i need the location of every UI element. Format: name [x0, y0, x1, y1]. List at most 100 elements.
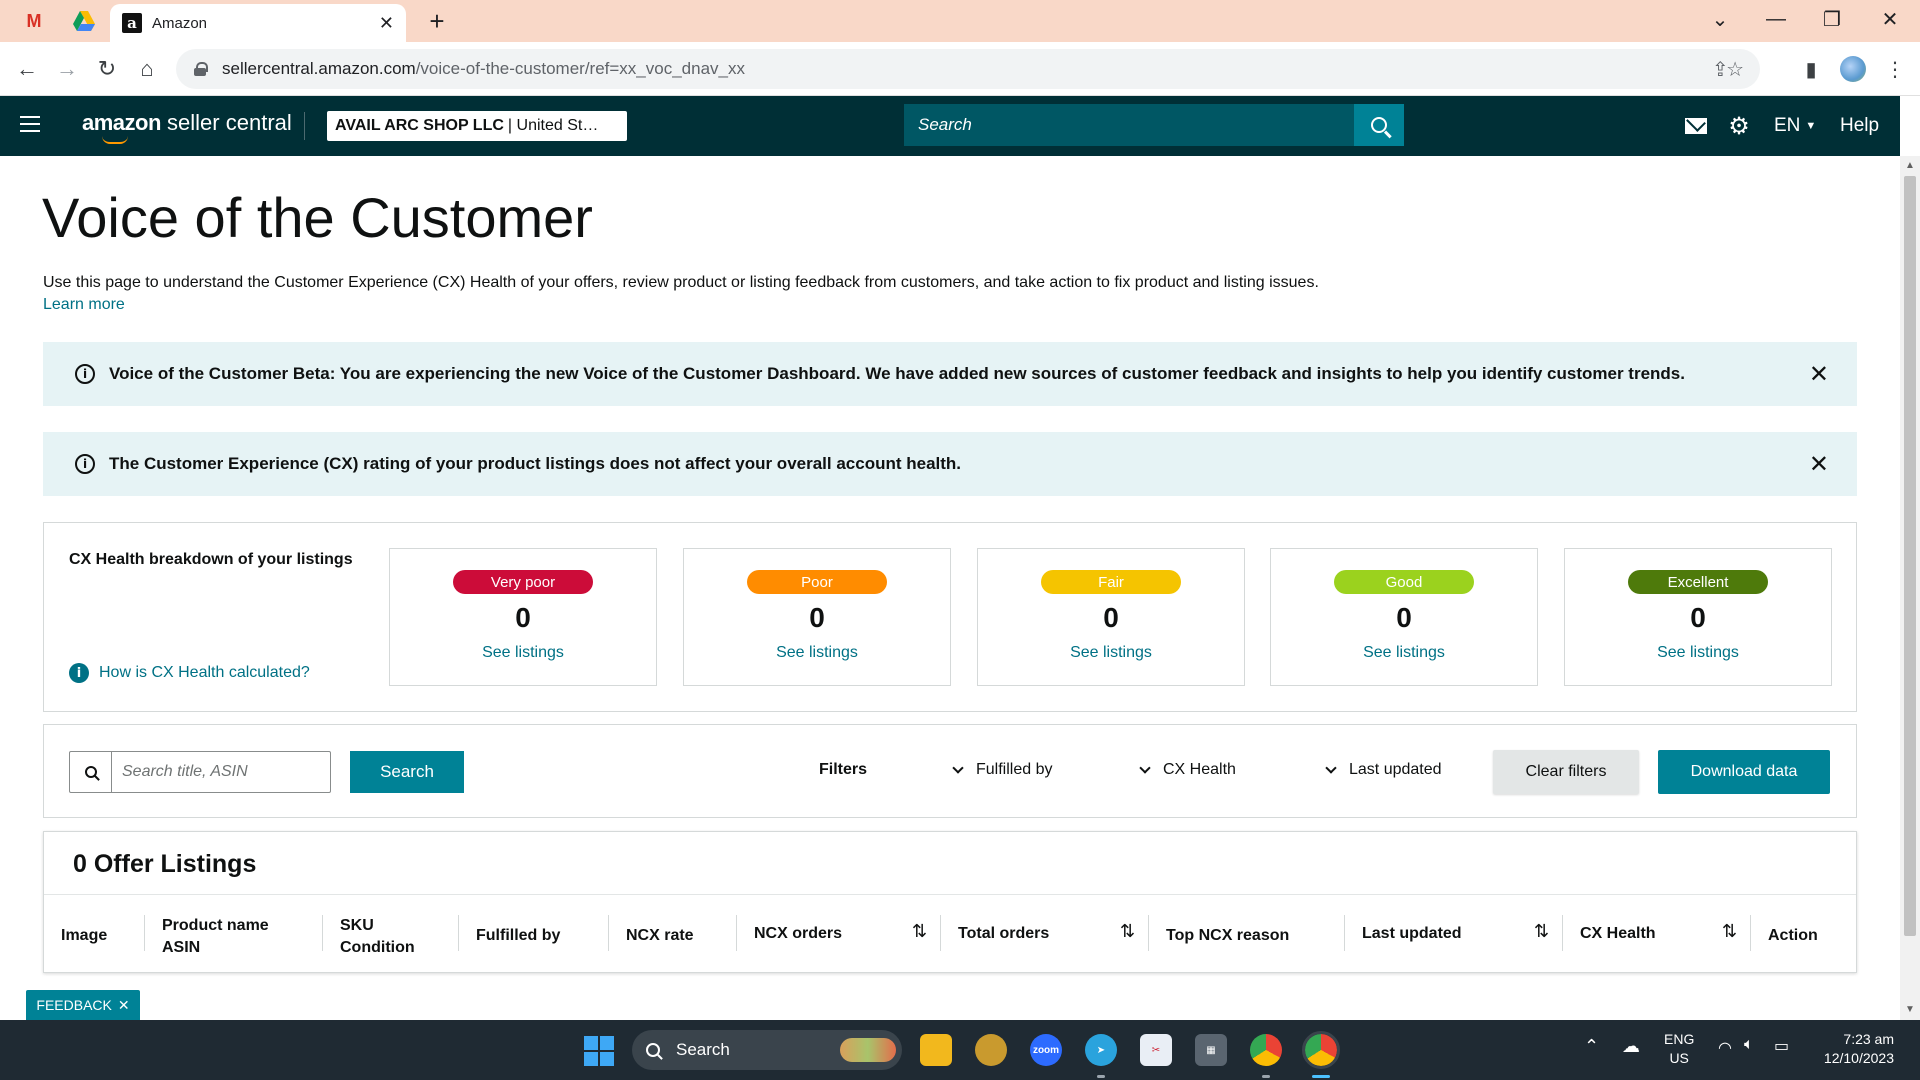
cx-count: 0 [515, 602, 531, 633]
column-divider [608, 915, 609, 951]
info-icon: i [75, 454, 95, 474]
restore-icon[interactable]: ❐ [1812, 4, 1852, 34]
column-divider [1148, 915, 1149, 951]
download-data-button[interactable]: Download data [1658, 750, 1830, 794]
home-icon[interactable]: ⌂ [132, 54, 162, 84]
settings-gear-icon[interactable]: ⚙ [1724, 112, 1754, 140]
page-scrollbar[interactable]: ▲ ▼ [1900, 156, 1920, 1020]
sort-icon[interactable]: ⇅ [912, 921, 927, 942]
see-listings-link[interactable]: See listings [390, 644, 656, 662]
language-label: EN [1774, 115, 1801, 136]
close-icon[interactable]: ✕ [118, 997, 130, 1014]
see-listings-link[interactable]: See listings [684, 644, 950, 662]
close-icon[interactable]: ✕ [1809, 450, 1829, 479]
show-hidden-icons-chevron-icon[interactable]: ⌃ [1584, 1036, 1599, 1057]
taskbar-search[interactable]: Search [632, 1030, 902, 1070]
seller-central-logo[interactable]: amazon seller central [82, 110, 292, 144]
clock[interactable]: 7:23 am 12/10/2023 [1814, 1030, 1894, 1068]
scroll-up-icon[interactable]: ▲ [1905, 160, 1915, 171]
dropdown-label: CX Health [1163, 761, 1236, 778]
side-panel-icon[interactable]: ▮ [1796, 54, 1826, 84]
cx-health-help-link[interactable]: i How is CX Health calculated? [69, 663, 310, 683]
address-bar[interactable]: sellercentral.amazon.com/voice-of-the-cu… [176, 49, 1760, 89]
forward-icon[interactable]: → [52, 54, 82, 84]
windows-taskbar: Search zoom ➤ ✂ ▦ ⌃ ☁ ENG US ◠ 🔈︎ ▭ 7:23… [0, 1020, 1920, 1080]
tab-close-icon[interactable]: ✕ [379, 13, 394, 34]
cx-card-fair: Fair 0 See listings [977, 548, 1245, 686]
col-sku: SKU Condition [340, 915, 415, 959]
browser-menu-icon[interactable]: ⋮ [1880, 54, 1910, 84]
browser-toolbar: ← → ↻ ⌂ sellercentral.amazon.com/voice-o… [0, 42, 1920, 96]
header-search-button[interactable] [1354, 104, 1404, 146]
cx-count: 0 [809, 602, 825, 633]
cx-badge-fair: Fair [1041, 570, 1181, 594]
battery-icon[interactable]: ▭ [1774, 1036, 1789, 1056]
wifi-icon[interactable]: ◠ [1718, 1038, 1732, 1058]
column-divider [940, 915, 941, 951]
close-icon[interactable]: ✕ [1809, 360, 1829, 389]
chrome-icon[interactable] [1250, 1034, 1282, 1066]
col-asin-label: ASIN [162, 939, 201, 956]
minimize-icon[interactable]: — [1756, 4, 1796, 34]
telegram-icon[interactable]: ➤ [1085, 1034, 1117, 1066]
window-close-icon[interactable]: ✕ [1870, 4, 1910, 34]
last-updated-dropdown[interactable]: Last updated [1325, 761, 1442, 779]
cx-badge-poor: Poor [747, 570, 887, 594]
onedrive-cloud-icon[interactable]: ☁ [1622, 1036, 1640, 1057]
volume-icon[interactable]: 🔈︎ [1744, 1036, 1754, 1054]
cx-health-panel: CX Health breakdown of your listings i H… [43, 522, 1857, 712]
windows-start-icon[interactable] [584, 1036, 614, 1066]
cx-card-poor: Poor 0 See listings [683, 548, 951, 686]
see-listings-link[interactable]: See listings [1565, 644, 1831, 662]
sort-icon[interactable]: ⇅ [1534, 921, 1549, 942]
listing-search [69, 751, 331, 793]
hamburger-menu-icon[interactable] [20, 116, 40, 132]
bookmark-star-icon[interactable]: ☆ [1726, 57, 1744, 82]
cx-health-heading: CX Health breakdown of your listings [69, 551, 353, 568]
col-last-updated: Last updated [1362, 925, 1462, 942]
new-tab-icon[interactable]: + [422, 6, 452, 37]
feedback-button[interactable]: FEEDBACK ✕ [26, 990, 140, 1020]
col-ncx-rate: NCX rate [626, 927, 694, 944]
sort-icon[interactable]: ⇅ [1120, 921, 1135, 942]
header-search-input[interactable]: Search [904, 104, 1354, 146]
taskbar-search-label: Search [676, 1040, 730, 1059]
filter-panel: Search Filters Fulfilled by CX Health La… [43, 724, 1857, 818]
caret-down-icon: ▼ [1805, 120, 1817, 132]
col-total-orders: Total orders [958, 925, 1050, 942]
reload-icon[interactable]: ↻ [92, 54, 122, 84]
input-language[interactable]: ENG US [1664, 1030, 1694, 1068]
active-tab[interactable]: a Amazon ✕ [110, 4, 406, 42]
see-listings-link[interactable]: See listings [978, 644, 1244, 662]
app-icon[interactable] [975, 1034, 1007, 1066]
clear-filters-button[interactable]: Clear filters [1493, 750, 1639, 794]
profile-avatar[interactable] [1838, 54, 1868, 84]
listing-search-input[interactable] [112, 752, 330, 792]
see-listings-link[interactable]: See listings [1271, 644, 1537, 662]
scroll-thumb[interactable] [1904, 176, 1916, 936]
offer-listings-table: 0 Offer Listings Image Product name ASIN… [43, 831, 1857, 973]
back-icon[interactable]: ← [12, 54, 42, 84]
learn-more-link[interactable]: Learn more [43, 296, 125, 314]
sort-icon[interactable]: ⇅ [1722, 921, 1737, 942]
account-region: | United St… [507, 117, 599, 134]
gmail-tab-icon[interactable]: M [20, 8, 48, 34]
account-switcher[interactable]: AVAIL ARC SHOP LLC | United St… [327, 111, 627, 141]
cx-health-dropdown[interactable]: CX Health [1139, 761, 1236, 779]
col-sku-label: SKU [340, 917, 374, 934]
col-action: Action [1768, 927, 1818, 944]
language-selector[interactable]: EN ▼ [1774, 112, 1816, 140]
help-link[interactable]: Help [1840, 112, 1879, 140]
tab-search-chevron-icon[interactable]: ⌄ [1700, 4, 1740, 34]
calculator-icon[interactable]: ▦ [1195, 1034, 1227, 1066]
fulfilled-by-dropdown[interactable]: Fulfilled by [952, 761, 1052, 779]
drive-tab-icon[interactable] [70, 8, 98, 34]
file-explorer-icon[interactable] [920, 1034, 952, 1066]
snipping-tool-icon[interactable]: ✂ [1140, 1034, 1172, 1066]
table-header-row: Image Product name ASIN SKU Condition Fu… [44, 894, 1856, 972]
chrome-profile-icon[interactable] [1302, 1031, 1340, 1069]
scroll-down-icon[interactable]: ▼ [1905, 1004, 1915, 1015]
search-button[interactable]: Search [350, 751, 464, 793]
zoom-icon[interactable]: zoom [1030, 1034, 1062, 1066]
messages-button[interactable] [1682, 112, 1710, 140]
